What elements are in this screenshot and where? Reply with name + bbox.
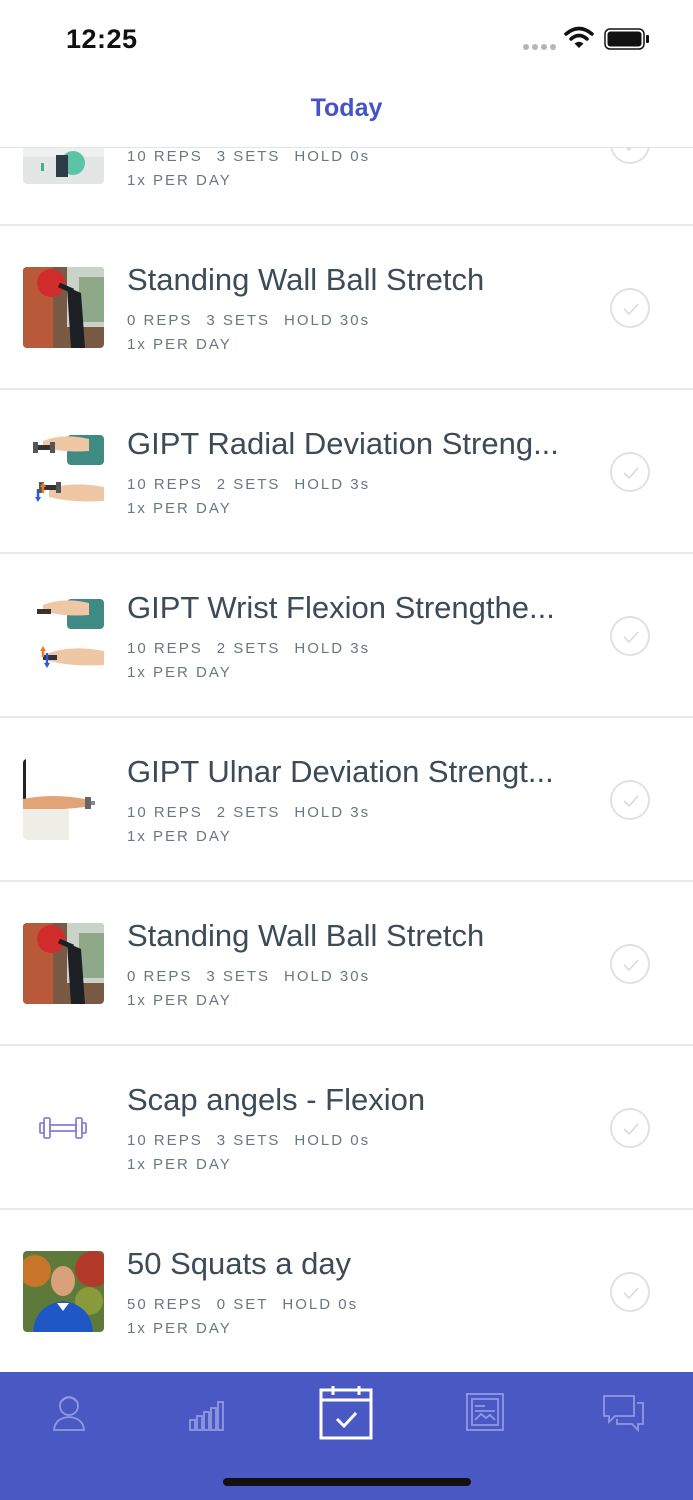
profile-icon <box>53 1396 85 1431</box>
tab-profile[interactable] <box>39 1386 99 1442</box>
exercise-title: Standing Wall Ball Stretch <box>127 262 485 297</box>
exercise-row[interactable]: GIPT Ulnar Deviation Strengt... 10 REPS 2… <box>0 718 693 882</box>
wall-ball-photo <box>23 267 104 348</box>
ball-stretch-thumb <box>23 148 104 184</box>
complete-checkbox[interactable] <box>610 148 650 164</box>
battery-icon <box>604 28 650 50</box>
person-photo <box>23 1251 104 1332</box>
status-bar: 12:25 <box>0 0 693 78</box>
exercise-meta: 10 REPS 2 SETS HOLD 3s <box>127 804 371 821</box>
complete-checkbox[interactable] <box>610 944 650 984</box>
exercise-title: GIPT Ulnar Deviation Strengt... <box>127 754 554 789</box>
status-time: 12:25 <box>66 24 138 54</box>
exercise-row[interactable]: Scap angels - Flexion 10 REPS 3 SETS HOLD … <box>0 1046 693 1210</box>
library-icon <box>466 1393 504 1431</box>
tab-today[interactable] <box>316 1386 376 1442</box>
exercise-row[interactable]: Standing Wall Ball Stretch 0 REPS 3 SETS H… <box>0 882 693 1046</box>
exercise-meta: 10 REPS 3 SETS HOLD 0s <box>127 148 371 165</box>
complete-checkbox[interactable] <box>610 780 650 820</box>
exercise-title: GIPT Wrist Flexion Strengthe... <box>127 590 555 625</box>
exercise-meta: 50 REPS 0 SET HOLD 0s <box>127 1296 359 1313</box>
exercise-row[interactable]: Standing Wall Ball Stretch 0 REPS 3 SETS H… <box>0 226 693 390</box>
arm-dumbbell-photo <box>23 759 104 840</box>
tab-library[interactable] <box>455 1386 515 1442</box>
exercise-meta: 0 REPS 3 SETS HOLD 30s <box>127 312 371 329</box>
home-indicator[interactable] <box>223 1478 471 1486</box>
exercise-list[interactable]: 10 REPS 3 SETS HOLD 0s 1x PER DAY Standing… <box>0 148 693 1372</box>
exercise-meta: 10 REPS 3 SETS HOLD 0s <box>127 1132 371 1149</box>
page-title: Today <box>310 94 383 122</box>
cellular-signal-icon <box>523 44 557 50</box>
calendar-check-icon <box>319 1386 373 1440</box>
exercise-meta: 10 REPS 2 SETS HOLD 3s <box>127 640 371 657</box>
wall-ball-photo <box>23 923 104 1004</box>
exercise-frequency: 1x PER DAY <box>127 1320 232 1337</box>
complete-checkbox[interactable] <box>610 616 650 656</box>
exercise-title: GIPT Radial Deviation Streng... <box>127 426 559 461</box>
exercise-row[interactable]: GIPT Radial Deviation Streng... 10 REPS 2… <box>0 390 693 554</box>
exercise-frequency: 1x PER DAY <box>127 664 232 681</box>
exercise-frequency: 1x PER DAY <box>127 172 232 189</box>
chart-icon <box>189 1401 224 1431</box>
tab-progress[interactable] <box>177 1386 237 1442</box>
complete-checkbox[interactable] <box>610 1108 650 1148</box>
exercise-title: 50 Squats a day <box>127 1246 352 1281</box>
exercise-frequency: 1x PER DAY <box>127 992 232 1009</box>
exercise-title: Standing Wall Ball Stretch <box>127 918 485 953</box>
messages-icon <box>603 1395 644 1433</box>
exercise-meta: 0 REPS 3 SETS HOLD 30s <box>127 968 371 985</box>
exercise-frequency: 1x PER DAY <box>127 1156 232 1173</box>
tab-messages[interactable] <box>593 1386 653 1442</box>
exercise-frequency: 1x PER DAY <box>127 828 232 845</box>
nav-bar: Today <box>0 78 693 148</box>
exercise-row[interactable]: 50 Squats a day 50 REPS 0 SET HOLD 0s 1x P… <box>0 1210 693 1372</box>
complete-checkbox[interactable] <box>610 1272 650 1312</box>
exercise-title: Scap angels - Flexion <box>127 1082 426 1117</box>
exercise-meta: 10 REPS 2 SETS HOLD 3s <box>127 476 371 493</box>
dumbbell-wrist-illustration <box>23 595 104 676</box>
dumbbell-icon <box>23 1087 104 1168</box>
exercise-frequency: 1x PER DAY <box>127 336 232 353</box>
complete-checkbox[interactable] <box>610 288 650 328</box>
exercise-row[interactable]: 10 REPS 3 SETS HOLD 0s 1x PER DAY <box>0 148 693 226</box>
complete-checkbox[interactable] <box>610 452 650 492</box>
wifi-icon <box>564 26 594 50</box>
exercise-frequency: 1x PER DAY <box>127 500 232 517</box>
exercise-row[interactable]: GIPT Wrist Flexion Strengthe... 10 REPS 2… <box>0 554 693 718</box>
dumbbell-wrist-illustration <box>23 431 104 512</box>
